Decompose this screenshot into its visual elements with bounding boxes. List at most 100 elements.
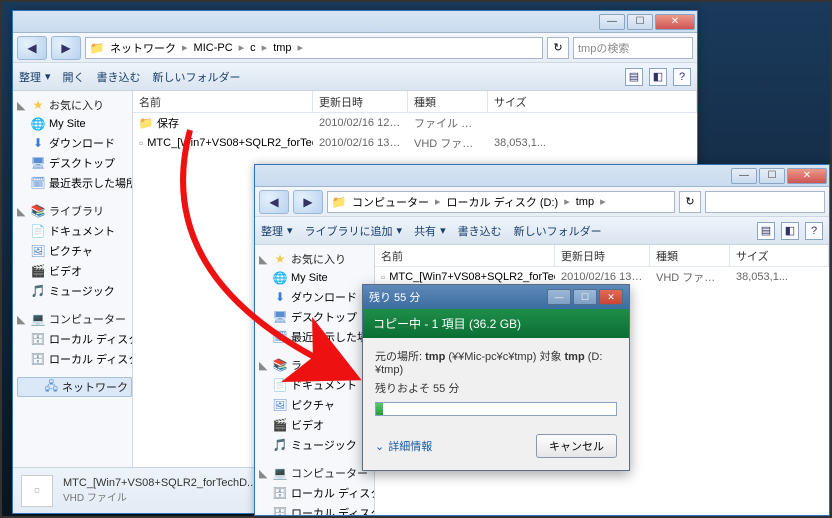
table-row[interactable]: 📁保存 2010/02/16 12:37 ファイル フォル... — [133, 113, 697, 133]
help-button[interactable]: ? — [673, 68, 691, 86]
window-titlebar: — ☐ ✕ — [13, 11, 697, 33]
breadcrumb-item[interactable]: c — [246, 42, 260, 54]
sidebar-item[interactable]: 🗄ローカル ディスク ( — [255, 503, 374, 515]
sidebar-item[interactable]: 🗓最近表示した場所 — [255, 327, 374, 347]
refresh-button[interactable]: ↻ — [679, 191, 701, 213]
new-folder-button[interactable]: 新しいフォルダー — [514, 223, 602, 239]
breadcrumb-item[interactable]: MIC-PC — [190, 42, 237, 54]
new-folder-button[interactable]: 新しいフォルダー — [153, 69, 241, 85]
sidebar-libraries[interactable]: ◣📚ライブラリ — [13, 201, 132, 221]
col-type[interactable]: 種類 — [408, 91, 488, 112]
sidebar-item[interactable]: 📄ドキュメント — [255, 375, 374, 395]
maximize-button[interactable]: ☐ — [627, 14, 653, 30]
sidebar-libraries[interactable]: ◣📚ライブラリ — [255, 355, 374, 375]
nav-bar: ◀ ▶ 📁ネットワーク▸MIC-PC▸c▸tmp▸ ↻ tmpの検索 — [13, 33, 697, 63]
maximize-button[interactable]: ☐ — [759, 168, 785, 184]
column-headers: 名前 更新日時 種類 サイズ — [375, 245, 829, 267]
dialog-header: コピー中 - 1 項目 (36.2 GB) — [363, 309, 629, 338]
toolbar: 整理 ▾ 開く 書き込む 新しいフォルダー ▤ ◧ ? — [13, 63, 697, 91]
progress-bar — [375, 402, 617, 416]
share-menu[interactable]: 共有 ▾ — [414, 223, 446, 239]
sidebar-item[interactable]: ⬇ダウンロード — [255, 287, 374, 307]
breadcrumb-item[interactable]: tmp — [572, 196, 598, 208]
dialog-title: 残り 55 分 — [369, 289, 420, 305]
toolbar: 整理 ▾ ライブラリに追加 ▾ 共有 ▾ 書き込む 新しいフォルダー ▤ ◧ ? — [255, 217, 829, 245]
refresh-button[interactable]: ↻ — [547, 37, 569, 59]
sidebar-favorites[interactable]: ◣★お気に入り — [255, 249, 374, 269]
sidebar-computer[interactable]: ◣💻コンピューター — [13, 309, 132, 329]
time-remaining: 残りおよそ 55 分 — [375, 380, 617, 396]
sidebar-item[interactable]: 🖼ピクチャ — [255, 395, 374, 415]
sidebar-item[interactable]: 🎵ミュージック — [13, 281, 132, 301]
sidebar-item[interactable]: 🌐My Site — [255, 269, 374, 287]
search-input[interactable]: tmpの検索 — [573, 37, 693, 59]
sidebar-item[interactable]: 🖥デスクトップ — [13, 153, 132, 173]
sidebar-item[interactable]: 📄ドキュメント — [13, 221, 132, 241]
col-name[interactable]: 名前 — [375, 245, 555, 266]
burn-button[interactable]: 書き込む — [97, 69, 141, 85]
sidebar-favorites[interactable]: ◣★お気に入り — [13, 95, 132, 115]
col-size[interactable]: サイズ — [730, 245, 829, 266]
folder-icon: 📁 — [139, 116, 153, 130]
open-button[interactable]: 開く — [63, 69, 85, 85]
preview-pane-button[interactable]: ◧ — [781, 222, 799, 240]
status-filetype: VHD ファイル — [63, 489, 256, 504]
sidebar-item[interactable]: ⬇ダウンロード — [13, 133, 132, 153]
col-date[interactable]: 更新日時 — [313, 91, 408, 112]
forward-button[interactable]: ▶ — [293, 190, 323, 214]
minimize-button[interactable]: — — [599, 14, 625, 30]
back-button[interactable]: ◀ — [259, 190, 289, 214]
sidebar-item[interactable]: 🎵ミュージック — [255, 435, 374, 455]
sidebar-computer[interactable]: ◣💻コンピューター — [255, 463, 374, 483]
table-row[interactable]: ▫MTC_[Win7+VS08+SQLR2_forTech... 2010/02… — [133, 133, 697, 153]
organize-menu[interactable]: 整理 ▾ — [19, 69, 51, 85]
chevron-down-icon: ⌄ — [375, 440, 384, 453]
sidebar-network[interactable]: 🖧ネットワーク — [17, 377, 132, 397]
file-icon: ▫ — [381, 270, 385, 284]
dialog-titlebar: 残り 55 分 — ☐ ✕ — [363, 285, 629, 309]
col-name[interactable]: 名前 — [133, 91, 313, 112]
burn-button[interactable]: 書き込む — [458, 223, 502, 239]
minimize-button[interactable]: — — [731, 168, 757, 184]
maximize-button[interactable]: ☐ — [573, 289, 597, 305]
cancel-button[interactable]: キャンセル — [536, 434, 617, 458]
details-toggle[interactable]: ⌄ 詳細情報 — [375, 438, 432, 454]
close-button[interactable]: ✕ — [599, 289, 623, 305]
forward-button[interactable]: ▶ — [51, 36, 81, 60]
sidebar-item[interactable]: 🎬ビデオ — [255, 415, 374, 435]
sidebar: ◣★お気に入り🌐My Site⬇ダウンロード🖥デスクトップ🗓最近表示した場所 ◣… — [255, 245, 375, 515]
close-button[interactable]: ✕ — [787, 168, 827, 184]
breadcrumb-item[interactable]: コンピューター — [348, 194, 433, 210]
sidebar-item[interactable]: 🗄ローカル ディスク ( — [13, 329, 132, 349]
help-button[interactable]: ? — [805, 222, 823, 240]
preview-pane-button[interactable]: ◧ — [649, 68, 667, 86]
sidebar-item[interactable]: 🌐My Site — [13, 115, 132, 133]
col-type[interactable]: 種類 — [650, 245, 730, 266]
col-date[interactable]: 更新日時 — [555, 245, 650, 266]
file-icon: ▫ — [139, 136, 143, 150]
sidebar-item[interactable]: 🗄ローカル ディスク ( — [13, 349, 132, 369]
close-button[interactable]: ✕ — [655, 14, 695, 30]
organize-menu[interactable]: 整理 ▾ — [261, 223, 293, 239]
breadcrumb-item[interactable]: ローカル ディスク (D:) — [443, 194, 563, 210]
sidebar-item[interactable]: 🖥デスクトップ — [255, 307, 374, 327]
breadcrumb[interactable]: 📁ネットワーク▸MIC-PC▸c▸tmp▸ — [85, 37, 543, 59]
sidebar-item[interactable]: 🗄ローカル ディスク ( — [255, 483, 374, 503]
sidebar-item[interactable]: 🎬ビデオ — [13, 261, 132, 281]
breadcrumb-item[interactable]: tmp — [269, 42, 295, 54]
sidebar-item[interactable]: 🖼ピクチャ — [13, 241, 132, 261]
view-button[interactable]: ▤ — [757, 222, 775, 240]
col-size[interactable]: サイズ — [488, 91, 697, 112]
view-button[interactable]: ▤ — [625, 68, 643, 86]
breadcrumb[interactable]: 📁コンピューター▸ローカル ディスク (D:)▸tmp▸ — [327, 191, 675, 213]
sidebar-item[interactable]: 🗓最近表示した場所 — [13, 173, 132, 193]
file-thumbnail: ▫ — [21, 475, 53, 507]
search-input[interactable] — [705, 191, 825, 213]
breadcrumb-item[interactable]: ネットワーク — [106, 40, 180, 56]
nav-bar: ◀ ▶ 📁コンピューター▸ローカル ディスク (D:)▸tmp▸ ↻ — [255, 187, 829, 217]
back-button[interactable]: ◀ — [17, 36, 47, 60]
copy-dialog: 残り 55 分 — ☐ ✕ コピー中 - 1 項目 (36.2 GB) 元の場所… — [362, 284, 630, 471]
copy-source-dest: 元の場所: tmp (¥¥Mic-pc¥c¥tmp) 対象 tmp (D:¥tm… — [375, 348, 617, 376]
minimize-button[interactable]: — — [547, 289, 571, 305]
add-to-library-menu[interactable]: ライブラリに追加 ▾ — [305, 223, 403, 239]
